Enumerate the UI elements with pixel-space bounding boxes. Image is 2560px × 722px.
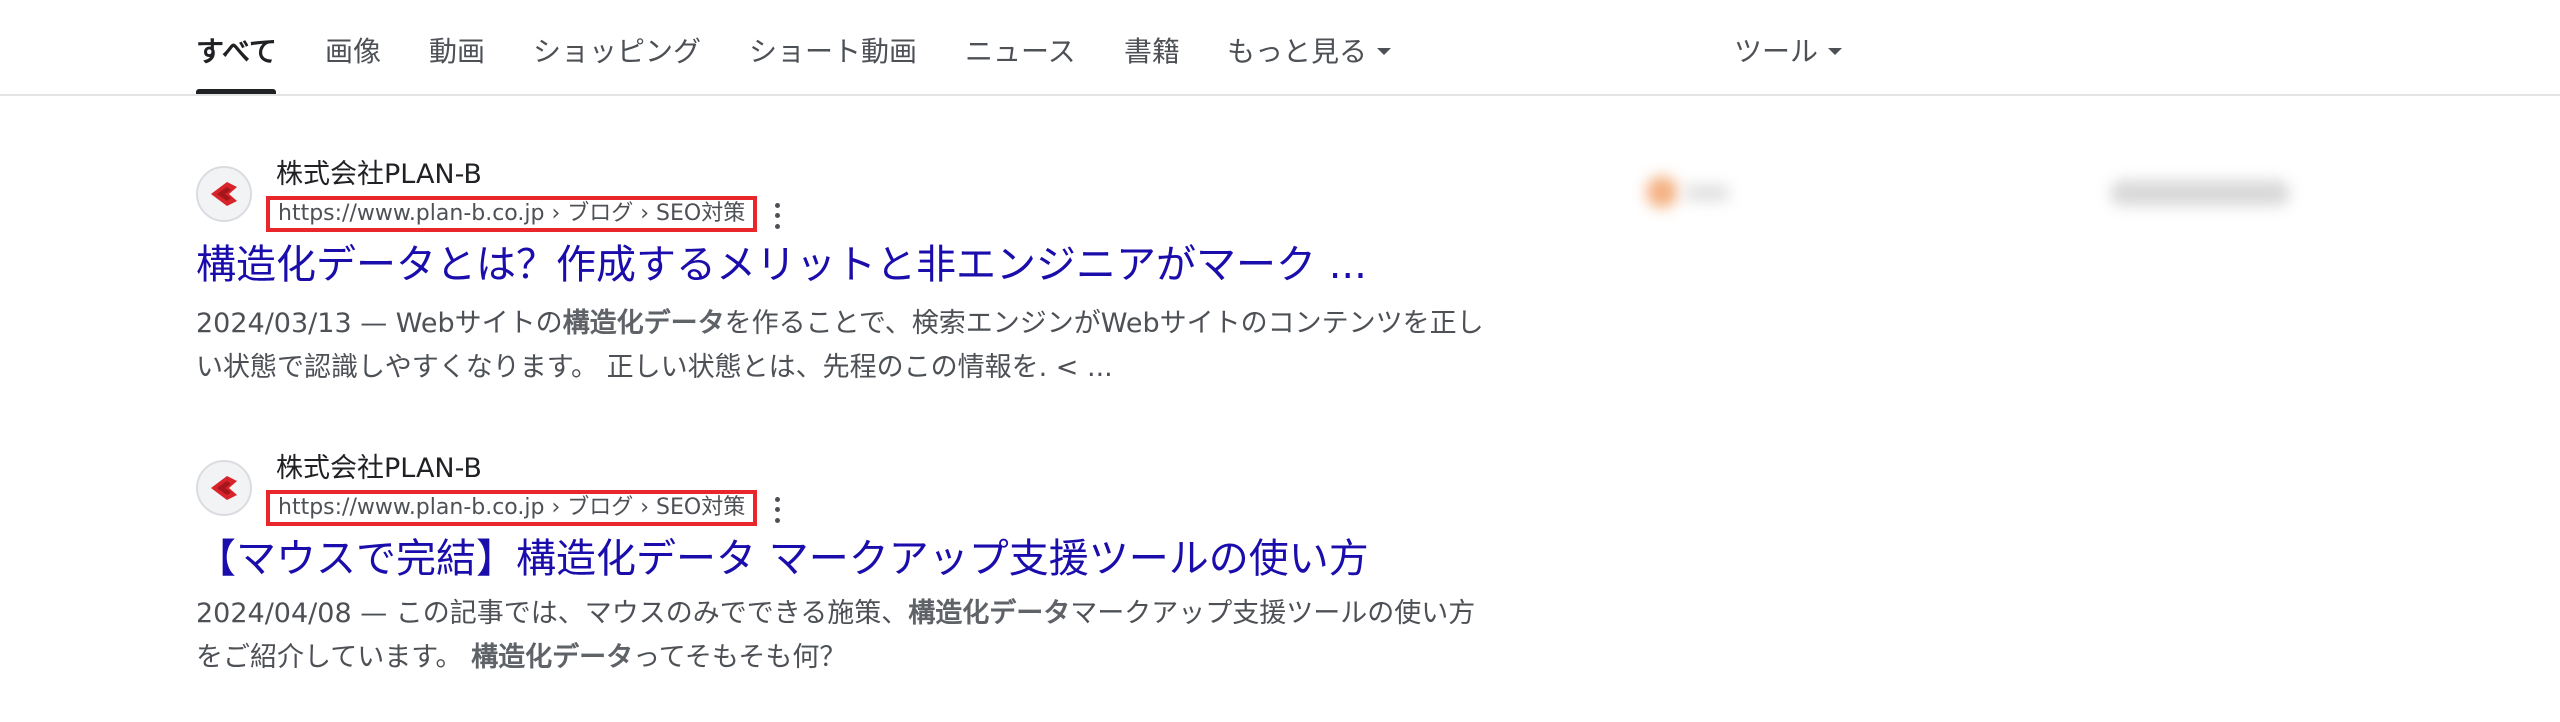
result-snippet: 2024/03/13 — Webサイトの構造化データを作ることで、検索エンジンが… (196, 302, 1516, 390)
tab-all[interactable]: すべて (196, 34, 277, 70)
result-url-highlight-box: https://www.plan-b.co.jp › ブログ › SEO対策 (266, 490, 758, 526)
search-tabs-bar: すべて 画像 動画 ショッピング ショート動画 ニュース 書籍 もっと見る ツー… (0, 0, 2560, 96)
blurred-text (1684, 184, 1730, 202)
snippet-keyword: 構造化データ (471, 642, 634, 673)
result-date: 2024/03/13 (196, 308, 352, 339)
result-snippet: 2024/04/08 — この記事では、マウスのみでできる施策、構造化データマー… (196, 592, 1516, 680)
snippet-line: をご紹介しています。 構造化データってそもそも何？ (196, 642, 847, 673)
tools-button[interactable]: ツール (1734, 34, 1843, 70)
caret-down-icon (1377, 47, 1392, 55)
tab-videos[interactable]: 動画 (429, 34, 485, 70)
more-options-icon[interactable] (769, 200, 785, 232)
snippet-line: 2024/03/13 — Webサイトの構造化データを作ることで、検索エンジンが… (196, 308, 1484, 339)
snippet-line: 2024/04/08 — この記事では、マウスのみでできる施策、構造化データマー… (196, 598, 1476, 629)
tools-label: ツール (1734, 35, 1819, 68)
tab-shopping[interactable]: ショッピング (533, 34, 701, 70)
tab-books[interactable]: 書籍 (1124, 34, 1180, 70)
result-title-link[interactable]: 【マウスで完結】構造化データ マークアップ支援ツールの使い方 (196, 532, 1369, 586)
result-site-name[interactable]: 株式会社PLAN-B (276, 452, 482, 486)
search-result: 株式会社PLAN-B https://www.plan-b.co.jp › ブロ… (196, 452, 1516, 682)
result-url-highlight-box: https://www.plan-b.co.jp › ブログ › SEO対策 (266, 196, 758, 232)
caret-down-icon (1828, 47, 1843, 55)
plan-b-favicon-icon[interactable] (196, 166, 252, 222)
search-result: 株式会社PLAN-B https://www.plan-b.co.jp › ブロ… (196, 158, 1516, 388)
result-title-link[interactable]: 構造化データとは？作成するメリットと非エンジニアがマーク ... (196, 238, 1367, 292)
blurred-text (2110, 180, 2290, 206)
tab-more-label: もっと見る (1227, 35, 1368, 68)
tab-more[interactable]: もっと見る (1227, 34, 1392, 70)
result-url[interactable]: https://www.plan-b.co.jp › ブログ › SEO対策 (278, 494, 745, 522)
result-date: 2024/04/08 (196, 598, 352, 629)
result-site-name[interactable]: 株式会社PLAN-B (276, 158, 482, 192)
snippet-keyword: 構造化データ (908, 598, 1071, 629)
snippet-line: い状態で認識しやすくなります。 正しい状態とは、先程のこの情報を. < ... (196, 352, 1113, 383)
tab-short-videos[interactable]: ショート動画 (749, 34, 917, 70)
more-options-icon[interactable] (769, 494, 785, 526)
result-url[interactable]: https://www.plan-b.co.jp › ブログ › SEO対策 (278, 200, 745, 228)
plan-b-favicon-icon[interactable] (196, 460, 252, 516)
active-tab-indicator (196, 89, 276, 94)
snippet-keyword: 構造化データ (562, 308, 725, 339)
tab-images[interactable]: 画像 (325, 34, 381, 70)
blurred-icon (1646, 176, 1678, 208)
tab-news[interactable]: ニュース (965, 34, 1076, 70)
